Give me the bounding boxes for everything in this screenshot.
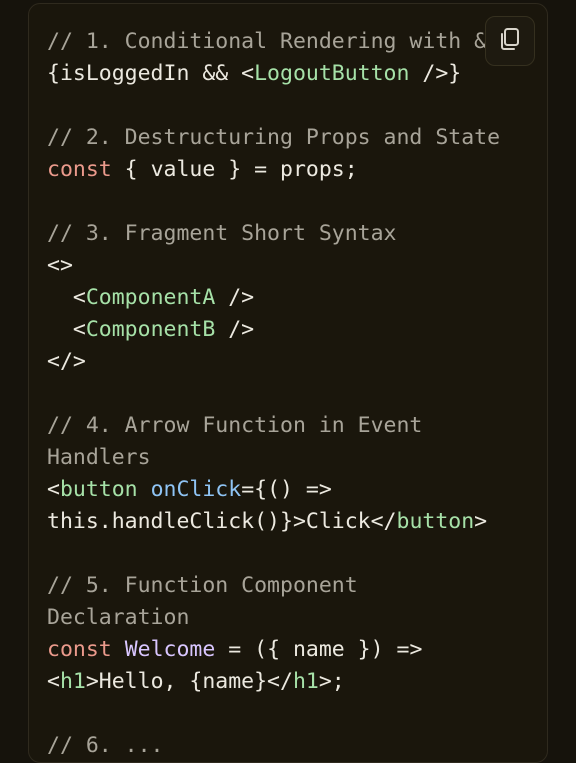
code-line: <ComponentB /> [47, 314, 500, 346]
code-line: Declaration [47, 602, 500, 634]
code-tag: LogoutButton [254, 61, 410, 86]
code-line: const { value } = props; [47, 154, 500, 186]
code-text: {isLoggedIn && < [47, 61, 255, 86]
code-tag: h1 [59, 669, 86, 694]
code-text: /> [215, 285, 255, 310]
copy-button[interactable] [485, 16, 535, 66]
code-text: />} [409, 61, 462, 86]
code-text: >; [318, 669, 345, 694]
code-comment: // 2. Destructuring Props and State [47, 125, 501, 150]
code-comment: // 5. Function Component [47, 573, 358, 598]
code-text: <> [47, 253, 73, 278]
code-comment: Declaration [47, 605, 190, 630]
code-line: // 5. Function Component [47, 570, 500, 602]
code-identifier: Welcome [124, 637, 216, 662]
code-line: // 6. ... [47, 730, 500, 762]
code-line: </> [47, 346, 500, 378]
code-line: this.handleClick()}>Click</button> [47, 506, 500, 538]
code-tag: button [396, 509, 475, 534]
code-keyword: const [47, 157, 112, 182]
code-comment: // 1. Conditional Rendering with && [47, 29, 501, 54]
code-line: // 3. Fragment Short Syntax [47, 218, 500, 250]
code-text: { value } = props; [111, 157, 358, 182]
code-comment: Handlers [47, 445, 151, 470]
code-text: < [47, 477, 60, 502]
copy-icon [497, 26, 523, 56]
code-text: </> [47, 349, 86, 374]
code-text: < [47, 669, 60, 694]
code-text: < [47, 317, 86, 342]
code-line: // 4. Arrow Function in Event [47, 410, 500, 442]
code-block-card: // 1. Conditional Rendering with && {isLo… [28, 3, 548, 763]
code-text: = ({ name }) => [215, 637, 423, 662]
code-text: > [474, 509, 488, 534]
code-tag: ComponentB [85, 317, 216, 342]
code-line: <ComponentA /> [47, 282, 500, 314]
code-line: {isLoggedIn && <LogoutButton />} [47, 58, 500, 90]
code-text: this.handleClick()}>Click</ [47, 509, 397, 534]
code-text: /> [215, 317, 255, 342]
code-comment: // 3. Fragment Short Syntax [47, 221, 397, 246]
code-block: // 1. Conditional Rendering with && {isLo… [47, 26, 500, 762]
code-tag: h1 [292, 669, 319, 694]
code-line: <button onClick={() => [47, 474, 500, 506]
code-text: ={() => [241, 477, 332, 502]
code-tag: button [59, 477, 138, 502]
code-comment: // 6. ... [47, 733, 164, 758]
code-line: const Welcome = ({ name }) => [47, 634, 500, 666]
code-line: <h1>Hello, {name}</h1>; [47, 666, 500, 698]
code-text: < [47, 285, 86, 310]
code-line: // 1. Conditional Rendering with && [47, 26, 500, 58]
code-keyword: const [47, 637, 112, 662]
code-line: <> [47, 250, 500, 282]
code-line: // 2. Destructuring Props and State [47, 122, 500, 154]
code-comment: // 4. Arrow Function in Event [47, 413, 423, 438]
code-tag: ComponentA [85, 285, 216, 310]
code-attribute: onClick [150, 477, 242, 502]
code-line: Handlers [47, 442, 500, 474]
code-text: >Hello, {name}</ [85, 669, 293, 694]
